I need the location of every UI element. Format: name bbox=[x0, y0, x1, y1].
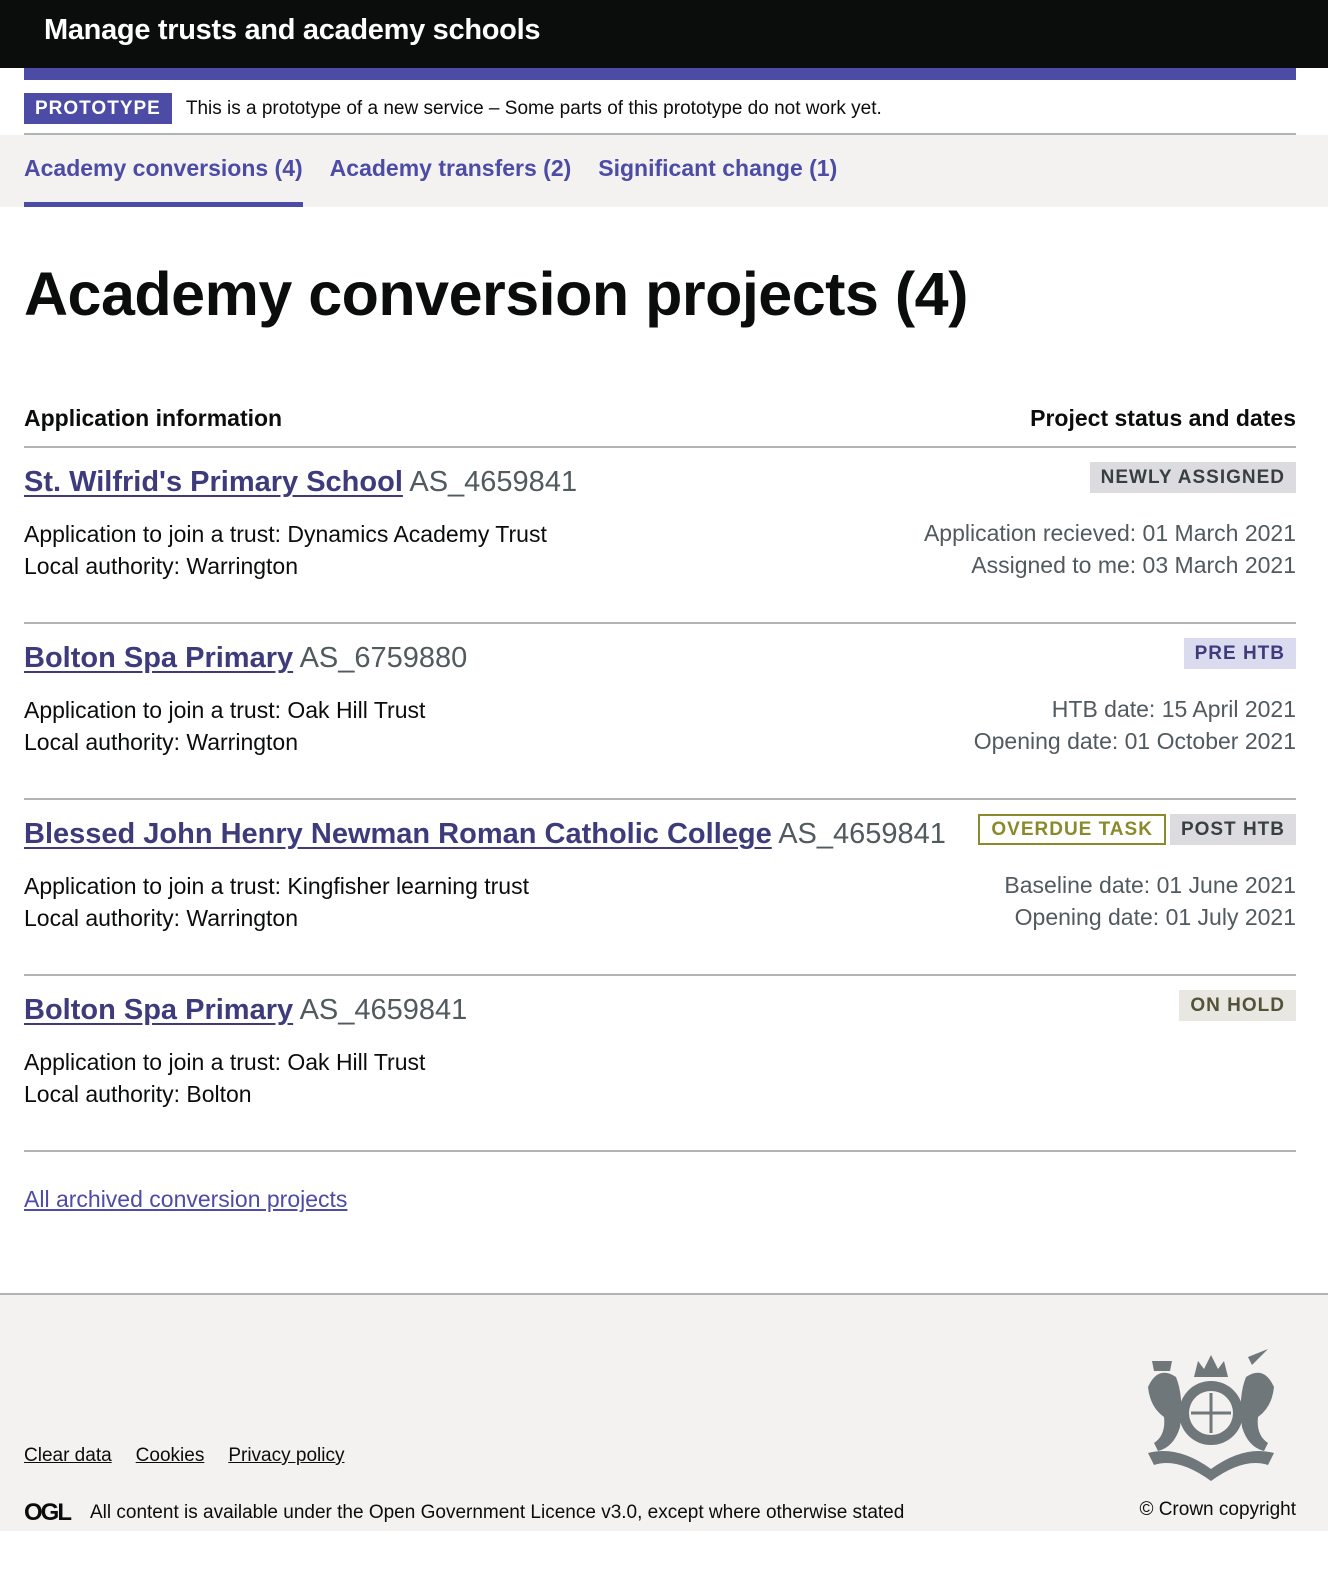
project-row: Blessed John Henry Newman Roman Catholic… bbox=[24, 800, 1296, 976]
tab-academy-conversions[interactable]: Academy conversions (4) bbox=[24, 135, 303, 207]
licence-text[interactable]: All content is available under the Open … bbox=[90, 1502, 904, 1524]
header-accent-bar bbox=[24, 68, 1296, 80]
project-status: PRE HTB HTB date: 15 April 2021 Opening d… bbox=[974, 638, 1296, 758]
status-tags: ON HOLD bbox=[1179, 990, 1296, 1021]
main-content: Academy conversion projects (4) Applicat… bbox=[0, 259, 1328, 1213]
status-tag: OVERDUE TASK bbox=[978, 814, 1166, 845]
project-type-tabs: Academy conversions (4) Academy transfer… bbox=[0, 135, 1328, 207]
status-tags: NEWLY ASSIGNED bbox=[924, 462, 1296, 493]
column-header-status: Project status and dates bbox=[1030, 405, 1296, 431]
page-title: Academy conversion projects (4) bbox=[24, 260, 968, 328]
project-title: Bolton Spa Primary AS_6759880 bbox=[24, 638, 974, 678]
phase-tag: PROTOTYPE bbox=[24, 93, 172, 124]
column-header-application: Application information bbox=[24, 405, 283, 431]
tab-academy-transfers[interactable]: Academy transfers (2) bbox=[330, 135, 572, 207]
project-status: OVERDUE TASK POST HTB Baseline date: 01 J… bbox=[978, 814, 1296, 934]
project-info: St. Wilfrid's Primary School AS_4659841 … bbox=[24, 462, 924, 582]
status-tags: PRE HTB bbox=[974, 638, 1296, 669]
project-date: Baseline date: 01 June 2021 bbox=[1004, 872, 1296, 898]
project-trust: Application to join a trust: Kingfisher … bbox=[24, 873, 529, 899]
project-status: NEWLY ASSIGNED Application recieved: 01 … bbox=[924, 462, 1296, 582]
project-title: Bolton Spa Primary AS_4659841 bbox=[24, 990, 1179, 1030]
project-dates: HTB date: 15 April 2021 Opening date: 01 … bbox=[974, 693, 1296, 757]
project-info: Bolton Spa Primary AS_6759880 Applicatio… bbox=[24, 638, 974, 758]
project-name-link[interactable]: Blessed John Henry Newman Roman Catholic… bbox=[24, 818, 772, 850]
status-tag: NEWLY ASSIGNED bbox=[1089, 462, 1296, 493]
project-details: Application to join a trust: Kingfisher … bbox=[24, 870, 978, 934]
project-reference: AS_4659841 bbox=[778, 818, 946, 850]
project-info: Bolton Spa Primary AS_4659841 Applicatio… bbox=[24, 990, 1179, 1110]
project-reference: AS_6759880 bbox=[299, 642, 468, 674]
status-tags: OVERDUE TASK POST HTB bbox=[978, 814, 1296, 845]
project-reference: AS_4659841 bbox=[409, 466, 578, 498]
service-name[interactable]: Manage trusts and academy schools bbox=[44, 14, 540, 47]
project-date: Opening date: 01 October 2021 bbox=[973, 728, 1296, 754]
project-row: Bolton Spa Primary AS_4659841 Applicatio… bbox=[24, 976, 1296, 1152]
tab-significant-change[interactable]: Significant change (1) bbox=[598, 135, 837, 207]
project-date: Application recieved: 01 March 2021 bbox=[923, 520, 1296, 546]
project-info: Blessed John Henry Newman Roman Catholic… bbox=[24, 814, 978, 934]
project-name-link[interactable]: Bolton Spa Primary bbox=[24, 642, 293, 674]
footer-links: Clear data Cookies Privacy policy bbox=[24, 1445, 344, 1467]
ogl-logo-icon: OGL bbox=[24, 1499, 72, 1526]
status-tag: PRE HTB bbox=[1183, 638, 1296, 669]
project-details: Application to join a trust: Oak Hill Tr… bbox=[24, 694, 974, 758]
project-row: St. Wilfrid's Primary School AS_4659841 … bbox=[24, 448, 1296, 624]
crown-copyright[interactable]: © Crown copyright bbox=[1139, 1499, 1296, 1521]
project-date: Opening date: 01 July 2021 bbox=[1014, 904, 1296, 930]
list-header: Application information Project status a… bbox=[24, 405, 1296, 448]
project-trust: Application to join a trust: Oak Hill Tr… bbox=[24, 1049, 426, 1075]
project-details: Application to join a trust: Dynamics Ac… bbox=[24, 518, 924, 582]
project-local-authority: Local authority: Warrington bbox=[24, 553, 299, 579]
phase-text: This is a prototype of a new service – S… bbox=[185, 97, 882, 119]
status-tag: ON HOLD bbox=[1179, 990, 1296, 1021]
project-local-authority: Local authority: Warrington bbox=[24, 905, 299, 931]
footer-link-clear-data[interactable]: Clear data bbox=[24, 1445, 112, 1467]
phase-banner: PROTOTYPE This is a prototype of a new s… bbox=[24, 92, 1296, 135]
site-footer: Clear data Cookies Privacy policy OGL Al… bbox=[0, 1293, 1328, 1531]
project-date: Assigned to me: 03 March 2021 bbox=[971, 552, 1296, 578]
footer-link-privacy[interactable]: Privacy policy bbox=[228, 1445, 344, 1467]
project-row: Bolton Spa Primary AS_6759880 Applicatio… bbox=[24, 624, 1296, 800]
status-tag: POST HTB bbox=[1169, 814, 1296, 845]
project-list: St. Wilfrid's Primary School AS_4659841 … bbox=[24, 448, 1296, 1152]
project-local-authority: Local authority: Bolton bbox=[24, 1081, 252, 1107]
project-trust: Application to join a trust: Dynamics Ac… bbox=[24, 521, 547, 547]
project-name-link[interactable]: Bolton Spa Primary bbox=[24, 994, 293, 1026]
footer-link-cookies[interactable]: Cookies bbox=[136, 1445, 205, 1467]
project-reference: AS_4659841 bbox=[299, 994, 468, 1026]
site-header: Manage trusts and academy schools bbox=[0, 0, 1328, 80]
project-dates: Baseline date: 01 June 2021 Opening date:… bbox=[978, 869, 1296, 933]
royal-coat-of-arms-icon bbox=[1148, 1349, 1274, 1481]
archived-projects-link[interactable]: All archived conversion projects bbox=[24, 1186, 347, 1213]
project-trust: Application to join a trust: Oak Hill Tr… bbox=[24, 697, 426, 723]
project-name-link[interactable]: St. Wilfrid's Primary School bbox=[24, 466, 403, 498]
project-dates: Application recieved: 01 March 2021 Assig… bbox=[924, 517, 1296, 581]
project-date: HTB date: 15 April 2021 bbox=[1051, 696, 1296, 722]
project-status: ON HOLD bbox=[1179, 990, 1296, 1110]
project-title: Blessed John Henry Newman Roman Catholic… bbox=[24, 814, 978, 854]
project-local-authority: Local authority: Warrington bbox=[24, 729, 299, 755]
project-details: Application to join a trust: Oak Hill Tr… bbox=[24, 1046, 1179, 1110]
project-title: St. Wilfrid's Primary School AS_4659841 bbox=[24, 462, 924, 502]
licence: OGL All content is available under the O… bbox=[24, 1499, 904, 1527]
